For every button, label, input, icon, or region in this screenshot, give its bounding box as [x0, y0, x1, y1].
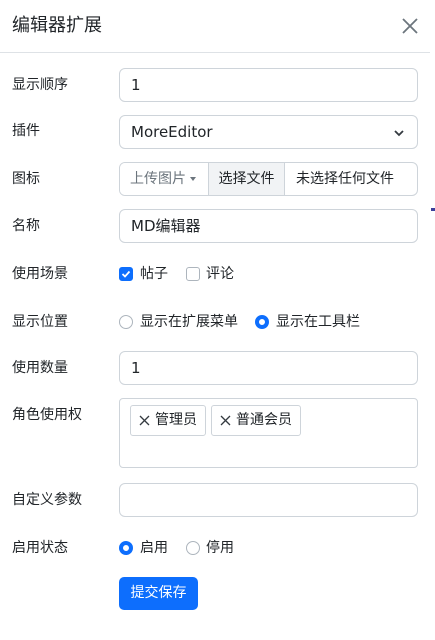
- name-input[interactable]: MD编辑器: [119, 209, 418, 243]
- usage-scene-comment-label: 评论: [206, 266, 234, 282]
- role-permission-tag-box[interactable]: 管理员 普通会员: [119, 398, 418, 468]
- remove-icon: [220, 415, 231, 426]
- role-permission-label: 角色使用权: [12, 407, 82, 423]
- position-extension-menu-label: 显示在扩展菜单: [140, 314, 238, 330]
- role-tag-member[interactable]: 普通会员: [211, 405, 301, 436]
- modal-title: 编辑器扩展: [12, 15, 102, 36]
- role-tag-admin[interactable]: 管理员: [130, 405, 206, 436]
- caret-down-icon: [190, 177, 196, 181]
- usage-scene-label: 使用场景: [12, 266, 68, 282]
- chevron-down-icon: [394, 130, 404, 137]
- status-enabled-label: 启用: [140, 540, 168, 556]
- plugin-label: 插件: [12, 123, 40, 139]
- display-order-label: 显示顺序: [12, 77, 68, 93]
- check-icon: [121, 270, 131, 278]
- display-position-label: 显示位置: [12, 314, 68, 330]
- usage-scene-post-checkbox[interactable]: [119, 267, 133, 281]
- custom-params-label: 自定义参数: [12, 492, 82, 508]
- modal-header: 编辑器扩展: [0, 0, 430, 53]
- background-mark: [431, 208, 435, 211]
- editor-extension-modal: 编辑器扩展 显示顺序 1 插件 MoreEditor 图标 上传图片 选择文件 …: [0, 0, 431, 640]
- submit-save-button[interactable]: 提交保存: [119, 577, 198, 610]
- role-tag-label: 管理员: [155, 412, 197, 428]
- close-icon: [402, 18, 418, 34]
- usage-count-label: 使用数量: [12, 360, 68, 376]
- usage-scene-post-label: 帖子: [140, 266, 168, 282]
- status-disabled-radio[interactable]: [186, 541, 200, 555]
- plugin-select[interactable]: MoreEditor: [119, 115, 418, 149]
- position-extension-menu-radio[interactable]: [119, 315, 133, 329]
- custom-params-input[interactable]: [119, 483, 418, 517]
- status-enabled-radio[interactable]: [119, 541, 133, 555]
- role-tag-label: 普通会员: [236, 412, 292, 428]
- usage-scene-comment-checkbox[interactable]: [186, 267, 200, 281]
- plugin-select-value: MoreEditor: [131, 123, 213, 141]
- background-edge: [430, 0, 435, 640]
- upload-image-label: 上传图片: [130, 171, 186, 187]
- choose-file-button[interactable]: 选择文件: [209, 163, 285, 195]
- remove-icon: [139, 415, 150, 426]
- upload-image-dropdown[interactable]: 上传图片: [120, 163, 209, 195]
- usage-count-input[interactable]: 1: [119, 351, 418, 385]
- position-toolbar-radio[interactable]: [255, 315, 269, 329]
- close-button[interactable]: [399, 15, 421, 37]
- icon-file-group: 上传图片 选择文件 未选择任何文件: [119, 162, 418, 196]
- display-order-input[interactable]: 1: [119, 68, 418, 102]
- position-toolbar-label: 显示在工具栏: [276, 314, 360, 330]
- name-label: 名称: [12, 218, 40, 234]
- status-label: 启用状态: [12, 540, 68, 556]
- file-status-text: 未选择任何文件: [296, 171, 394, 187]
- icon-label: 图标: [12, 171, 40, 187]
- status-disabled-label: 停用: [206, 540, 234, 556]
